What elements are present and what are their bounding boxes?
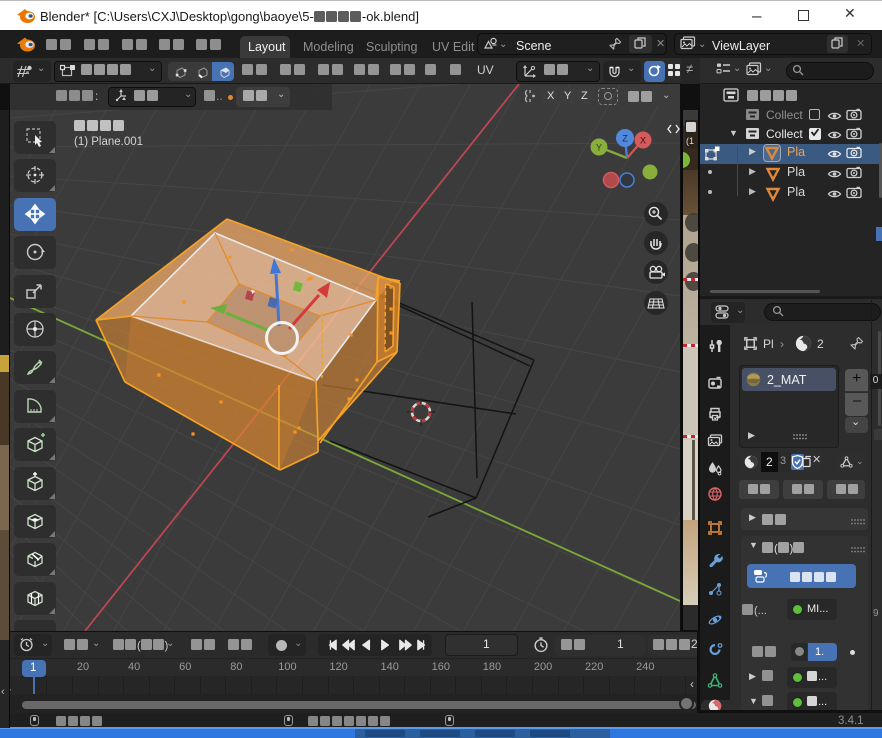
svg-text:X: X (640, 136, 646, 146)
svg-text:Y: Y (596, 143, 602, 153)
svg-text:Z: Z (622, 134, 628, 144)
